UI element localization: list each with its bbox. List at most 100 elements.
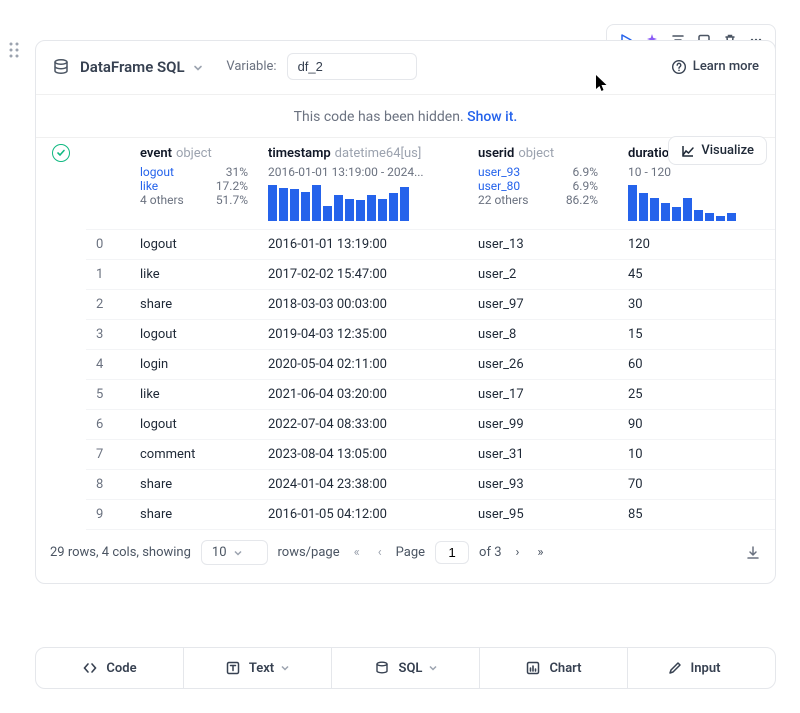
cell-userid: user_17 <box>468 380 618 410</box>
cell-userid: user_95 <box>468 500 618 530</box>
row-index: 8 <box>86 470 130 500</box>
add-input-button[interactable]: Input <box>628 648 775 688</box>
cell-event: comment <box>130 440 258 470</box>
cell-userid: user_99 <box>468 410 618 440</box>
hidden-code-banner: This code has been hidden. Show it. <box>36 95 775 137</box>
cell-event: logout <box>130 410 258 440</box>
column-header-timestamp[interactable]: timestampdatetime64[us] 2016-01-01 13:19… <box>258 138 468 230</box>
cell-duration: 70 <box>618 470 775 500</box>
chevron-down-icon <box>726 663 736 673</box>
cell-duration: 60 <box>618 350 775 380</box>
table-row[interactable]: 8 share 2024-01-04 23:38:00 user_93 70 <box>86 470 775 500</box>
cell-event: like <box>130 380 258 410</box>
cell-duration: 45 <box>618 260 775 290</box>
cell-timestamp: 2016-01-05 04:12:00 <box>258 500 468 530</box>
row-index: 4 <box>86 350 130 380</box>
add-chart-button[interactable]: Chart <box>480 648 628 688</box>
next-page-icon[interactable]: › <box>512 543 524 562</box>
cell-event: logout <box>130 230 258 260</box>
column-header-event[interactable]: eventobject logout31% like17.2% 4 others… <box>130 138 258 230</box>
row-index: 0 <box>86 230 130 260</box>
table-row[interactable]: 1 like 2017-02-02 15:47:00 user_2 45 <box>86 260 775 290</box>
table-row[interactable]: 9 share 2016-01-05 04:12:00 user_95 85 <box>86 500 775 530</box>
database-icon <box>52 58 70 76</box>
cell-event: like <box>130 260 258 290</box>
cell-userid: user_93 <box>468 470 618 500</box>
cell-event: login <box>130 350 258 380</box>
code-icon <box>82 660 98 676</box>
cell-event: logout <box>130 320 258 350</box>
data-table: eventobject logout31% like17.2% 4 others… <box>86 138 775 530</box>
cell-title-label: DataFrame SQL <box>80 58 185 76</box>
pencil-icon <box>667 660 683 676</box>
row-index: 6 <box>86 410 130 440</box>
row-index: 5 <box>86 380 130 410</box>
add-sql-button[interactable]: SQL <box>332 648 480 688</box>
rows-per-page-select[interactable]: 10 <box>201 540 268 565</box>
show-code-link[interactable]: Show it. <box>467 109 517 125</box>
cell-event: share <box>130 470 258 500</box>
row-index: 3 <box>86 320 130 350</box>
row-index: 7 <box>86 440 130 470</box>
cell-timestamp: 2024-01-04 23:38:00 <box>258 470 468 500</box>
chart-bar-icon <box>525 660 541 676</box>
cell-timestamp: 2020-05-04 02:11:00 <box>258 350 468 380</box>
table-row[interactable]: 4 login 2020-05-04 02:11:00 user_26 60 <box>86 350 775 380</box>
add-code-button[interactable]: Code <box>36 648 184 688</box>
cell-duration: 10 <box>618 440 775 470</box>
cell-duration: 15 <box>618 320 775 350</box>
success-check-icon <box>52 144 70 162</box>
text-icon <box>225 660 241 676</box>
cell-timestamp: 2016-01-01 13:19:00 <box>258 230 468 260</box>
table-row[interactable]: 7 comment 2023-08-04 13:05:00 user_31 10 <box>86 440 775 470</box>
cell-timestamp: 2018-03-03 00:03:00 <box>258 290 468 320</box>
cell-userid: user_31 <box>468 440 618 470</box>
page-input[interactable] <box>435 541 469 564</box>
chevron-down-icon <box>428 663 438 673</box>
chevron-down-icon <box>233 548 243 558</box>
add-cell-bar: Code Text SQL Chart Input <box>35 647 776 689</box>
row-index: 1 <box>86 260 130 290</box>
row-index: 9 <box>86 500 130 530</box>
page-label: Page <box>396 545 425 560</box>
table-row[interactable]: 3 logout 2019-04-03 12:35:00 user_8 15 <box>86 320 775 350</box>
cell-duration: 120 <box>618 230 775 260</box>
result-area: Visualize eventobject logout31% like17.2… <box>36 138 775 583</box>
cell-event: share <box>130 290 258 320</box>
table-row[interactable]: 2 share 2018-03-03 00:03:00 user_97 30 <box>86 290 775 320</box>
cell-frame: DataFrame SQL Variable: Learn more This … <box>35 40 776 584</box>
prev-page-icon[interactable]: ‹ <box>374 543 386 562</box>
visualize-button[interactable]: Visualize <box>668 136 767 165</box>
column-header-userid[interactable]: useridobject user_936.9% user_806.9% 22 … <box>468 138 618 230</box>
rows-per-page-label: rows/page <box>278 545 340 560</box>
last-page-icon[interactable]: » <box>533 543 547 562</box>
cell-userid: user_8 <box>468 320 618 350</box>
visualize-label: Visualize <box>701 143 754 158</box>
cell-userid: user_97 <box>468 290 618 320</box>
cell-timestamp: 2022-07-04 08:33:00 <box>258 410 468 440</box>
page-of-label: of 3 <box>479 545 501 560</box>
histogram-timestamp <box>268 185 458 221</box>
table-row[interactable]: 6 logout 2022-07-04 08:33:00 user_99 90 <box>86 410 775 440</box>
learn-more-link[interactable]: Learn more <box>671 59 759 75</box>
chevron-down-icon <box>192 62 204 74</box>
cell-timestamp: 2023-08-04 13:05:00 <box>258 440 468 470</box>
cell-timestamp: 2019-04-03 12:35:00 <box>258 320 468 350</box>
add-text-button[interactable]: Text <box>184 648 332 688</box>
chevron-down-icon <box>280 663 290 673</box>
table-row[interactable]: 5 like 2021-06-04 03:20:00 user_17 25 <box>86 380 775 410</box>
cell-userid: user_13 <box>468 230 618 260</box>
cell-duration: 85 <box>618 500 775 530</box>
cell-event: share <box>130 500 258 530</box>
variable-input[interactable] <box>287 53 417 80</box>
drag-handle-icon[interactable] <box>9 42 19 58</box>
cell-type-dropdown[interactable]: DataFrame SQL <box>80 58 204 76</box>
cell-timestamp: 2017-02-02 15:47:00 <box>258 260 468 290</box>
help-icon <box>671 59 687 75</box>
download-icon[interactable] <box>745 545 761 561</box>
first-page-icon[interactable]: « <box>350 543 364 562</box>
learn-more-label: Learn more <box>693 59 759 74</box>
table-row[interactable]: 0 logout 2016-01-01 13:19:00 user_13 120 <box>86 230 775 260</box>
cell-userid: user_26 <box>468 350 618 380</box>
row-index: 2 <box>86 290 130 320</box>
